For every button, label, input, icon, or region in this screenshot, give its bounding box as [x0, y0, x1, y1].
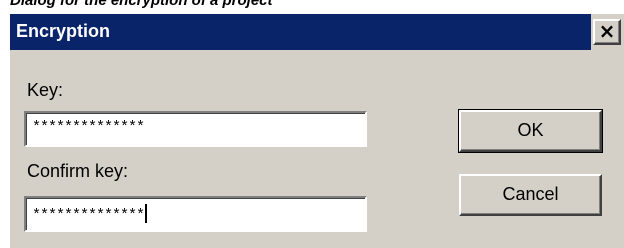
close-button[interactable]: ×	[593, 19, 621, 45]
encryption-dialog: Encryption × Key: ************** Confirm…	[10, 14, 624, 248]
cancel-button[interactable]: Cancel	[459, 174, 602, 216]
figure-caption: Dialog for the encryption of a project	[10, 0, 273, 9]
close-icon: ×	[598, 19, 616, 43]
key-label: Key:	[27, 80, 64, 100]
title-bar[interactable]: Encryption	[10, 14, 591, 50]
text-caret	[145, 204, 148, 223]
confirm-key-field[interactable]: **************	[24, 196, 367, 232]
confirm-key-label: Confirm key:	[27, 161, 129, 181]
key-field[interactable]: **************	[24, 111, 367, 147]
confirm-key-masked-text: **************	[32, 207, 145, 224]
key-field-value: **************	[32, 119, 145, 136]
ok-button[interactable]: OK	[458, 109, 603, 153]
dialog-title: Encryption	[16, 21, 111, 41]
confirm-key-field-value: **************	[32, 204, 148, 225]
